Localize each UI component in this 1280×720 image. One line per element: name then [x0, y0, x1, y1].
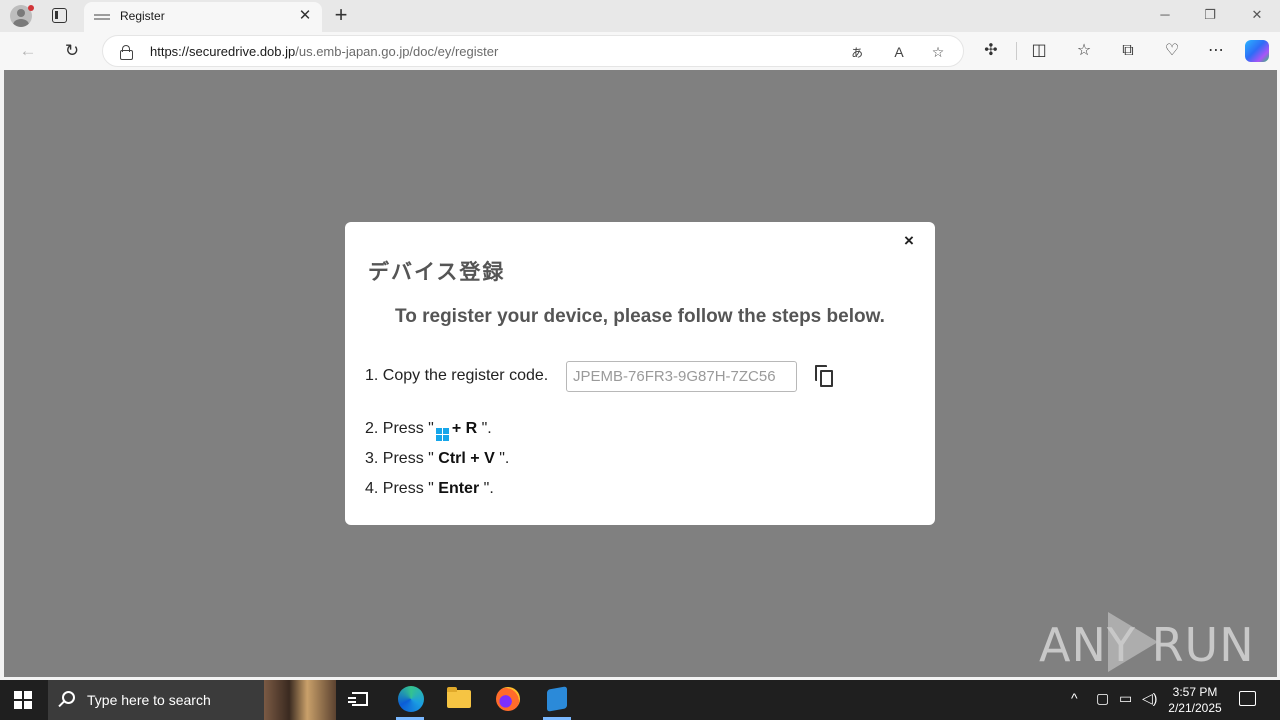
key-combo: Enter	[438, 480, 480, 497]
lock-icon[interactable]	[120, 45, 133, 60]
volume-icon[interactable]: ◁)	[1142, 690, 1157, 707]
app-icon	[547, 686, 567, 712]
key-combo: Ctrl + V	[438, 450, 495, 467]
tab-register[interactable]: Register ✕	[84, 2, 322, 32]
firefox-icon	[496, 687, 520, 711]
more-menu-icon[interactable]: ⋯	[1204, 39, 1228, 63]
tray-device-icon[interactable]: ▢	[1096, 690, 1109, 707]
refresh-icon[interactable]: ↻	[60, 39, 84, 63]
search-icon	[62, 691, 75, 704]
network-icon[interactable]: ▭	[1119, 690, 1132, 707]
key-combo: + R	[451, 420, 478, 437]
dialog-subtitle: To register your device, please follow t…	[395, 306, 885, 327]
taskbar-firefox[interactable]	[486, 680, 530, 720]
copilot-icon[interactable]	[1245, 40, 1269, 62]
register-dialog: × デバイス登録 To register your device, please…	[345, 222, 935, 525]
task-view-icon	[348, 692, 368, 706]
step-text-end: ".	[499, 450, 510, 467]
clock-time: 3:57 PM	[1172, 685, 1218, 699]
step-text-end: ".	[481, 420, 492, 437]
step-2: 2. Press " + R ".	[365, 420, 492, 441]
restore-button[interactable]: ❐	[1198, 4, 1222, 26]
taskbar-edge[interactable]	[388, 680, 432, 720]
watermark-text: ANY RUN	[1039, 618, 1255, 672]
taskbar: Type here to search ^ ▢ ▭ ◁) 3:57 PM 2/2…	[0, 680, 1280, 720]
address-bar[interactable]: https://securedrive.dob.jp/us.emb-japan.…	[102, 35, 964, 67]
step-1: 1. Copy the register code.	[365, 367, 548, 385]
translate-icon[interactable]: ぁ	[846, 41, 868, 63]
favorites-icon[interactable]: ☆	[1072, 39, 1096, 63]
start-button[interactable]	[14, 691, 32, 709]
taskbar-file-explorer[interactable]	[437, 680, 481, 720]
profile-notification-dot	[28, 5, 34, 11]
toolbar-divider	[1016, 42, 1017, 60]
step-3: 3. Press " Ctrl + V ".	[365, 450, 509, 468]
back-icon[interactable]: ←	[16, 39, 40, 63]
tab-favicon-icon	[94, 12, 110, 22]
extensions-icon[interactable]: ✣	[979, 39, 1003, 63]
dialog-close-button[interactable]: ×	[901, 232, 917, 250]
minimize-button[interactable]: ─	[1153, 4, 1177, 26]
collections-icon[interactable]: ⧉	[1116, 39, 1140, 63]
step-4: 4. Press " Enter ".	[365, 480, 494, 498]
page-overlay: × デバイス登録 To register your device, please…	[4, 70, 1277, 677]
task-view-button[interactable]	[338, 680, 382, 720]
windows-logo-icon	[435, 428, 449, 441]
step-text: Press "	[382, 480, 434, 497]
tab-actions-icon[interactable]	[52, 8, 67, 23]
tab-close-icon[interactable]: ✕	[296, 7, 314, 25]
taskbar-anyrun-app[interactable]	[535, 680, 579, 720]
taskbar-search[interactable]: Type here to search	[48, 680, 336, 720]
edge-icon	[398, 686, 424, 712]
clock-date: 2/21/2025	[1168, 701, 1222, 715]
step-number: 2.	[365, 420, 379, 437]
search-placeholder: Type here to search	[87, 692, 211, 708]
split-screen-icon[interactable]: ◫	[1027, 39, 1051, 63]
notification-icon[interactable]	[1239, 691, 1256, 706]
new-tab-button[interactable]: +	[330, 4, 352, 26]
step-text: Press "	[382, 450, 434, 467]
browser-essentials-icon[interactable]: ♡	[1160, 39, 1184, 63]
copy-icon[interactable]	[814, 364, 836, 388]
url-text[interactable]: https://securedrive.dob.jp/us.emb-japan.…	[150, 44, 498, 59]
folder-icon	[447, 687, 471, 708]
dialog-title: デバイス登録	[368, 260, 506, 284]
step-number: 4.	[365, 480, 379, 497]
step-text-end: ".	[483, 480, 494, 497]
favorite-star-icon[interactable]: ☆	[927, 41, 949, 63]
clock[interactable]: 3:57 PM 2/21/2025	[1160, 684, 1230, 716]
register-code-field[interactable]	[566, 361, 797, 392]
step-text: Press "	[382, 420, 434, 437]
close-window-button[interactable]: ✕	[1245, 4, 1269, 26]
title-bar: Register ✕ + ─ ❐ ✕	[0, 0, 1280, 32]
step-number: 1.	[365, 367, 379, 384]
step-number: 3.	[365, 450, 379, 467]
tray-chevron-icon[interactable]: ^	[1071, 690, 1078, 706]
step-text: Copy the register code.	[382, 367, 549, 384]
tab-title: Register	[120, 9, 165, 23]
read-aloud-icon[interactable]: A	[888, 41, 910, 63]
search-highlight-image[interactable]	[264, 680, 336, 720]
